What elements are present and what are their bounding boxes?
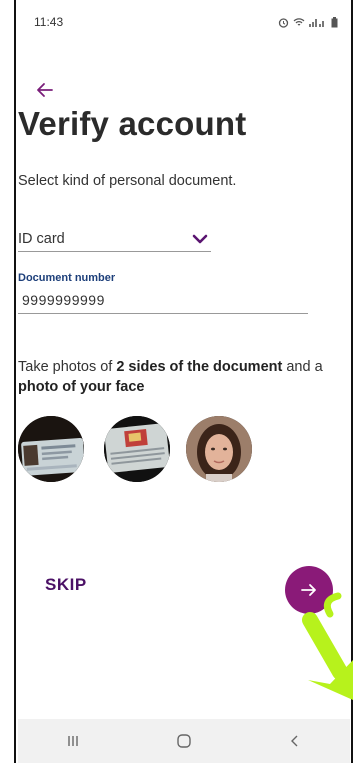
photos-text-prefix: Take photos of	[18, 359, 117, 375]
status-time: 11:43	[34, 15, 64, 29]
face-photo[interactable]	[186, 416, 252, 482]
status-bar: 11:43	[18, 8, 350, 36]
left-bezel	[0, 0, 16, 763]
home-button[interactable]	[164, 726, 204, 756]
home-icon	[177, 734, 191, 748]
back-arrow-icon[interactable]	[34, 80, 56, 100]
wifi-icon	[293, 18, 305, 26]
document-type-value: ID card	[18, 230, 65, 247]
recent-apps-button[interactable]	[53, 726, 93, 756]
battery-icon	[331, 16, 338, 27]
photos-text-bold-face: photo of your face	[18, 379, 145, 395]
photos-instructions: Take photos of 2 sides of the document a…	[18, 357, 353, 397]
status-icons	[278, 16, 338, 28]
back-nav-icon	[290, 735, 298, 747]
document-back-photo[interactable]	[104, 416, 170, 482]
photos-text-middle: and a	[282, 359, 323, 375]
highlight-arrow-icon	[302, 592, 353, 700]
page-subtitle: Select kind of personal document.	[18, 173, 237, 189]
alarm-icon	[278, 17, 289, 28]
photos-text-bold-sides: 2 sides of the document	[116, 359, 283, 375]
back-nav-button[interactable]	[275, 726, 315, 756]
recent-apps-icon	[68, 736, 79, 746]
system-nav-bar	[18, 719, 350, 763]
document-number-label: Document number	[18, 272, 116, 284]
skip-button[interactable]: SKIP	[45, 575, 87, 595]
document-number-input[interactable]: 9999999999	[18, 286, 308, 314]
app-screen: 11:43 Verify account Select kind of pers…	[0, 0, 353, 763]
chevron-down-icon	[192, 234, 208, 243]
page-title: Verify account	[18, 105, 247, 142]
document-front-photo[interactable]	[18, 416, 84, 482]
document-type-dropdown[interactable]: ID card	[18, 226, 211, 252]
signal-icon	[309, 19, 324, 27]
